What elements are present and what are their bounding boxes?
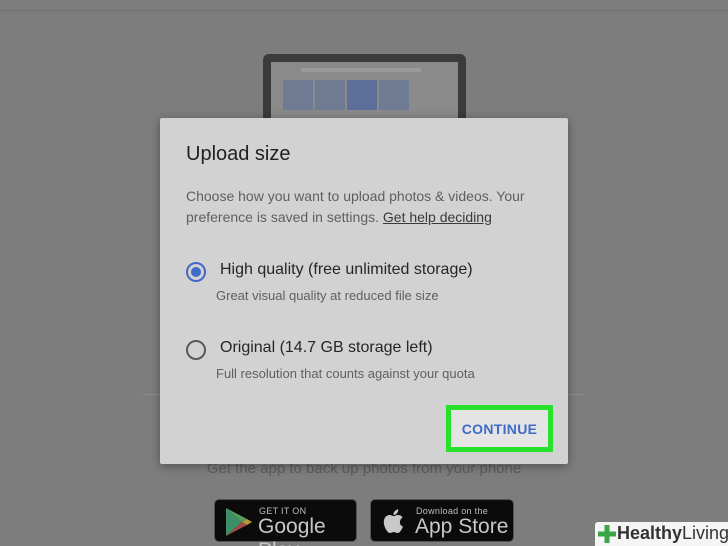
option-label: Original (14.7 GB storage left) bbox=[220, 339, 433, 356]
upload-size-dialog: Upload size Choose how you want to uploa… bbox=[160, 118, 568, 464]
dialog-description: Choose how you want to upload photos & v… bbox=[186, 186, 536, 228]
photo-thumbnail bbox=[315, 80, 345, 110]
app-store-badge[interactable]: Download on the App Store bbox=[370, 499, 514, 542]
google-play-badge[interactable]: GET IT ON Google Play bbox=[214, 499, 357, 546]
watermark-text: HealthyLiving bbox=[617, 523, 728, 543]
top-divider bbox=[0, 10, 728, 11]
option-high-quality[interactable]: High quality (free unlimited storage) Gr… bbox=[184, 260, 544, 308]
photo-thumbnail bbox=[283, 80, 313, 110]
option-sublabel: Full resolution that counts against your… bbox=[216, 366, 475, 381]
laptop-screen bbox=[271, 62, 458, 124]
photo-thumbnail bbox=[347, 80, 377, 110]
option-label: High quality (free unlimited storage) bbox=[220, 261, 473, 278]
laptop-illustration bbox=[263, 54, 466, 124]
badge-big-text: App Store bbox=[415, 515, 509, 538]
continue-highlight: CONTINUE bbox=[446, 405, 553, 452]
photo-thumbnail bbox=[379, 80, 409, 110]
get-help-deciding-link[interactable]: Get help deciding bbox=[383, 209, 492, 225]
option-original[interactable]: Original (14.7 GB storage left) Full res… bbox=[184, 338, 544, 386]
apple-icon bbox=[383, 509, 403, 534]
plus-icon bbox=[598, 525, 616, 543]
dialog-title: Upload size bbox=[186, 143, 291, 165]
option-sublabel: Great visual quality at reduced file siz… bbox=[216, 288, 439, 303]
continue-button[interactable]: CONTINUE bbox=[451, 410, 548, 447]
badge-big-text: Google Play bbox=[258, 515, 326, 546]
watermark: HealthyLiving bbox=[595, 522, 728, 546]
radio-unselected[interactable] bbox=[186, 340, 206, 360]
radio-selected[interactable] bbox=[186, 262, 206, 282]
play-store-icon bbox=[226, 508, 252, 536]
